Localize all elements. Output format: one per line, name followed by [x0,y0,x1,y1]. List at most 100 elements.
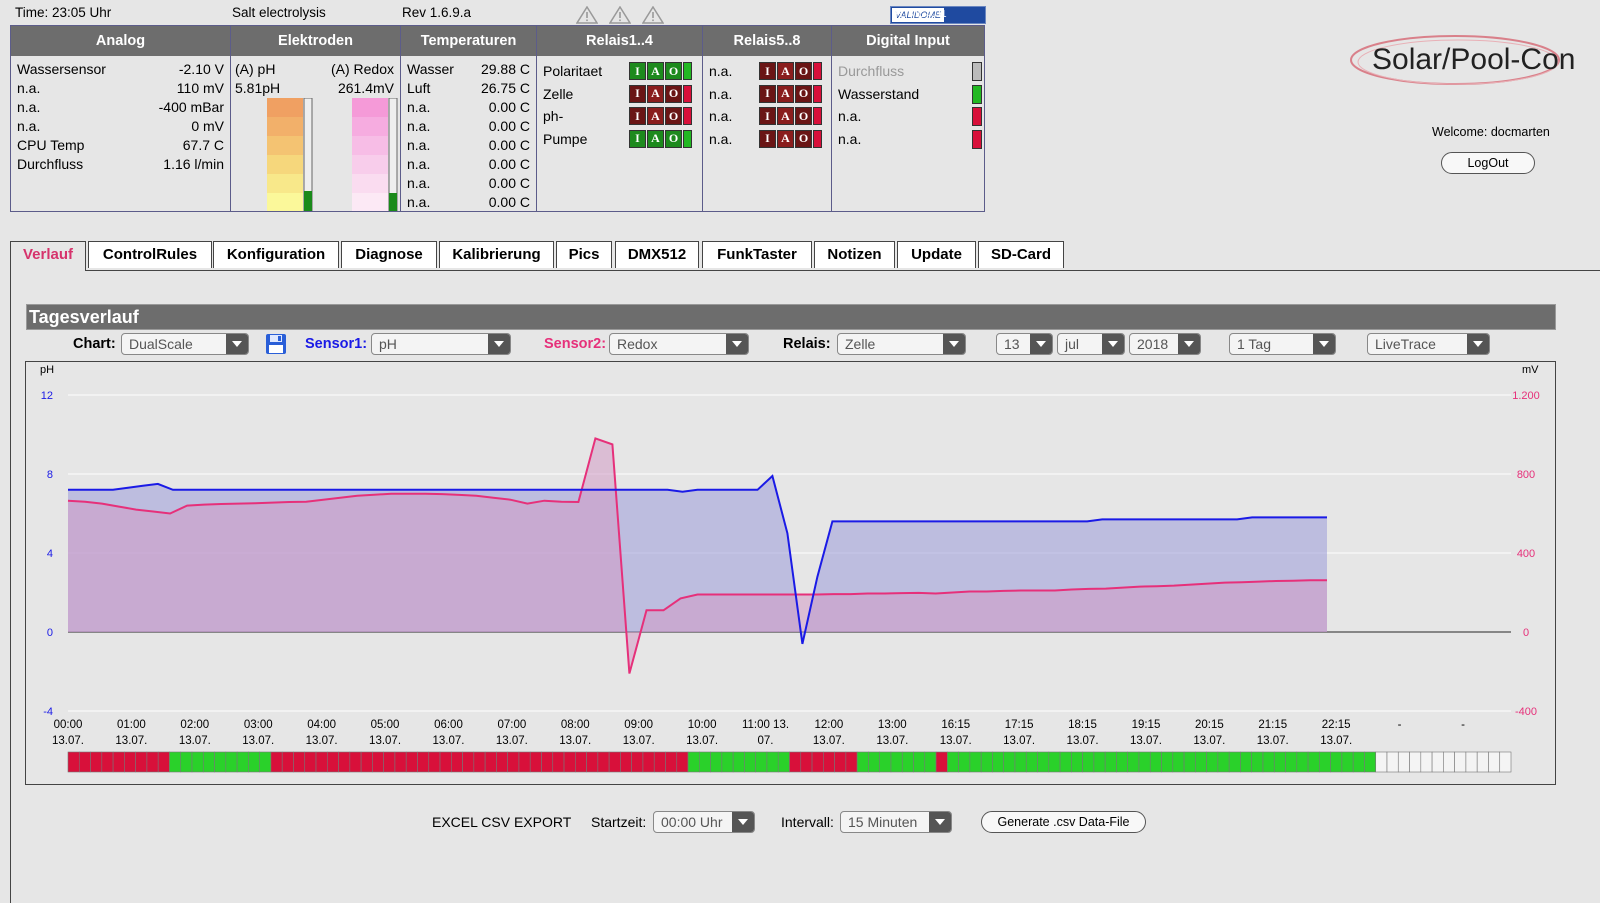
temperature-label: n.a. [407,137,431,153]
relay-switch[interactable]: IAO [759,129,834,148]
generate-csv-button[interactable]: Generate .csv Data-File [981,811,1146,833]
relay-i-button[interactable]: I [759,84,776,103]
x-tick-date: 13.07. [1003,735,1035,747]
range-select[interactable]: 1 Tag [1229,333,1336,355]
relay-timeline-cell [507,751,520,773]
chevron-down-icon [943,334,965,354]
relay-a-button[interactable]: A [777,84,794,103]
relay-timeline-cell [518,751,531,773]
relay-o-button[interactable]: O [665,84,682,103]
validome-html-version: HTML 4.01 [895,8,947,20]
relais-select[interactable]: Zelle [837,333,966,355]
relais58-column: Relais5..8 n.a. I A On.a. I A On.a. I A On.a. I A O [703,26,832,211]
relay-i-button[interactable]: I [629,84,646,103]
relay-i-button[interactable]: I [759,107,776,125]
digital-input-label: Wasserstand [838,85,920,102]
relay-o-button[interactable]: O [665,62,682,80]
relay-a-button[interactable]: A [777,107,794,125]
relay-i-button[interactable]: I [759,62,776,80]
relay-timeline-cell [1071,751,1083,773]
tab-controlrules[interactable]: ControlRules [88,241,212,268]
x-tick-label: 12:00 [815,719,844,731]
relay-timeline-cell [169,751,182,773]
relay-timeline-cell [1059,751,1072,773]
tab-funktaster[interactable]: FunkTaster [702,241,812,268]
relay-switch[interactable]: IAO [629,107,704,125]
relay-i-button[interactable]: I [629,129,646,148]
tab-kalibrierung[interactable]: Kalibrierung [439,241,554,268]
start-time-select[interactable]: 00:00 Uhr [653,811,755,833]
relay-o-button[interactable]: O [795,62,812,80]
tab-diagnose[interactable]: Diagnose [341,241,437,268]
tab-sd-card[interactable]: SD-Card [978,241,1064,268]
relay-o-button[interactable]: O [795,107,812,125]
analog-label: Durchfluss [17,156,84,172]
relay-timeline-cell [1352,751,1365,773]
y-right-tick-label: 1.200 [1512,390,1540,402]
sensor1-select[interactable]: pH [371,333,511,355]
tab-konfiguration[interactable]: Konfiguration [213,241,339,268]
relay-timeline-cell [101,751,114,773]
x-tick-label: 09:00 [624,719,653,731]
tab-verlauf[interactable]: Verlauf [10,241,86,271]
relay-o-button[interactable]: O [665,107,682,125]
y-left-tick-label: 0 [47,627,53,639]
relay-timeline-cell [1048,751,1061,773]
day-select[interactable]: 13 [996,333,1053,355]
x-tick-date: 13.07. [496,735,528,747]
relais-value: Zelle [845,336,876,352]
relay-timeline-cell [349,751,362,773]
relay-timeline-cell [552,751,565,773]
relay-o-button[interactable]: O [665,129,682,148]
status-panel: Analog Wassersensor -2.10 V n.a. 110 mV n.a.… [10,25,985,212]
relay-o-button[interactable]: O [795,84,812,103]
tab-dmx512[interactable]: DMX512 [615,241,699,268]
relay-timeline-cell [732,751,745,773]
relay-label: ph- [543,108,564,124]
relay-timeline-cell [1127,751,1140,773]
temperature-label: Wasser [407,61,454,77]
relay-switch[interactable]: IAO [629,129,704,148]
relay-timeline-cell [721,751,734,773]
relay-timeline-cell [1296,751,1309,773]
interval-select[interactable]: 15 Minuten [840,811,952,833]
relay-timeline-cell [800,751,813,773]
daily-trend-chart[interactable]: 12 1.200 8 800 4 400 0 0 -4 -400 pH mV 00:00 13.07. 01… [26,362,1555,784]
relay-switch[interactable]: IAO [759,107,834,125]
month-select[interactable]: jul [1057,333,1125,355]
relay-switch[interactable]: IAO [759,62,834,80]
trace-mode-select[interactable]: LiveTrace [1367,333,1490,355]
relay-a-button[interactable]: A [647,84,664,103]
temperature-label: n.a. [407,118,431,134]
tab-notizen[interactable]: Notizen [814,241,895,268]
relay-timeline-cell [1499,751,1512,773]
save-icon[interactable] [265,333,287,355]
chart-type-select[interactable]: DualScale [121,333,249,355]
relay-a-button[interactable]: A [647,62,664,80]
tab-update[interactable]: Update [897,241,976,268]
relay-switch[interactable]: IAO [629,62,704,80]
validome-badge[interactable]: VALIDOME HTML 4.01 [890,6,986,24]
relay-o-button[interactable]: O [795,129,812,148]
digital-input-indicator [972,62,982,81]
relay-timeline-cell [586,751,599,773]
relay-i-button[interactable]: I [629,62,646,80]
relay-timeline-cell [992,751,1004,773]
relay-switch[interactable]: IAO [759,84,834,103]
relay-a-button[interactable]: A [777,129,794,148]
relay-switch[interactable]: IAO [629,84,704,103]
temperature-value: 0.00 C [488,118,530,134]
relay-timeline-cell [789,751,802,773]
relay-i-button[interactable]: I [629,107,646,125]
relay-a-button[interactable]: A [647,107,664,125]
relay-status-led [683,107,692,125]
year-select[interactable]: 2018 [1129,333,1201,355]
relay-status-led [683,129,692,148]
sensor2-select[interactable]: Redox [609,333,749,355]
relay-a-button[interactable]: A [647,129,664,148]
relay-timeline-cell [372,751,384,773]
logout-button[interactable]: LogOut [1441,152,1535,174]
relay-a-button[interactable]: A [777,62,794,80]
tab-pics[interactable]: Pics [556,241,612,268]
relay-i-button[interactable]: I [759,129,776,148]
